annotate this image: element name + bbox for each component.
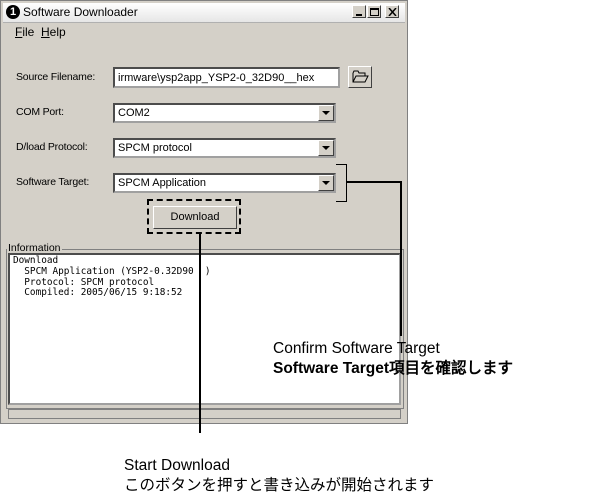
software-target-label: Software Target: bbox=[16, 176, 90, 188]
source-filename-field[interactable]: irmware\ysp2app_YSP2-0_32D90__hex bbox=[113, 67, 340, 88]
browse-button[interactable] bbox=[348, 66, 372, 88]
com-port-select[interactable]: COM2 bbox=[113, 103, 336, 123]
software-target-select[interactable]: SPCM Application bbox=[113, 173, 336, 193]
folder-open-icon bbox=[352, 70, 369, 83]
title-bar: 1 Software Downloader bbox=[3, 3, 405, 23]
start-caption-jp: このボタンを押すと書き込みが開始されます bbox=[124, 477, 435, 494]
confirm-caption-jp-rest: 項目を確認します bbox=[389, 360, 514, 377]
dload-protocol-dropdown-button[interactable] bbox=[318, 140, 334, 156]
confirm-caption-jp-bold: Software Target bbox=[273, 360, 389, 377]
confirm-caption-jp: Software Target項目を確認します bbox=[273, 359, 513, 378]
dload-protocol-select[interactable]: SPCM protocol bbox=[113, 138, 336, 158]
window-title: Software Downloader bbox=[23, 5, 138, 19]
close-button[interactable] bbox=[385, 5, 399, 18]
information-log[interactable]: Download SPCM Application (YSP2-0.32D90 … bbox=[8, 253, 401, 405]
maximize-button[interactable] bbox=[367, 5, 381, 18]
callout-line-h bbox=[346, 181, 401, 183]
dload-protocol-value: SPCM protocol bbox=[118, 142, 192, 154]
chevron-down-icon bbox=[322, 111, 330, 115]
menu-file[interactable]: File bbox=[15, 25, 34, 39]
menu-help[interactable]: Help bbox=[41, 25, 66, 39]
status-bar bbox=[8, 409, 401, 419]
information-log-text: Download SPCM Application (YSP2-0.32D90 … bbox=[13, 255, 211, 299]
chevron-down-icon bbox=[322, 181, 330, 185]
com-port-label: COM Port: bbox=[16, 106, 64, 118]
start-caption-en: Start Download bbox=[124, 457, 230, 474]
software-target-dropdown-button[interactable] bbox=[318, 175, 334, 191]
software-target-value: SPCM Application bbox=[118, 177, 207, 189]
com-port-value: COM2 bbox=[118, 107, 150, 119]
minimize-button[interactable] bbox=[352, 5, 366, 18]
download-highlight bbox=[147, 199, 241, 234]
confirm-caption-en: Confirm Software Target bbox=[273, 340, 440, 357]
close-icon bbox=[388, 8, 397, 16]
app-logo-icon: 1 bbox=[6, 5, 20, 19]
chevron-down-icon bbox=[322, 146, 330, 150]
minimize-icon bbox=[356, 14, 362, 16]
software-target-bracket bbox=[336, 164, 347, 202]
source-filename-label: Source Filename: bbox=[16, 71, 96, 83]
callout-line-v bbox=[400, 181, 402, 336]
dload-protocol-label: D/load Protocol: bbox=[16, 141, 88, 153]
com-port-dropdown-button[interactable] bbox=[318, 105, 334, 121]
maximize-icon bbox=[370, 8, 379, 16]
download-callout-line bbox=[199, 233, 201, 433]
